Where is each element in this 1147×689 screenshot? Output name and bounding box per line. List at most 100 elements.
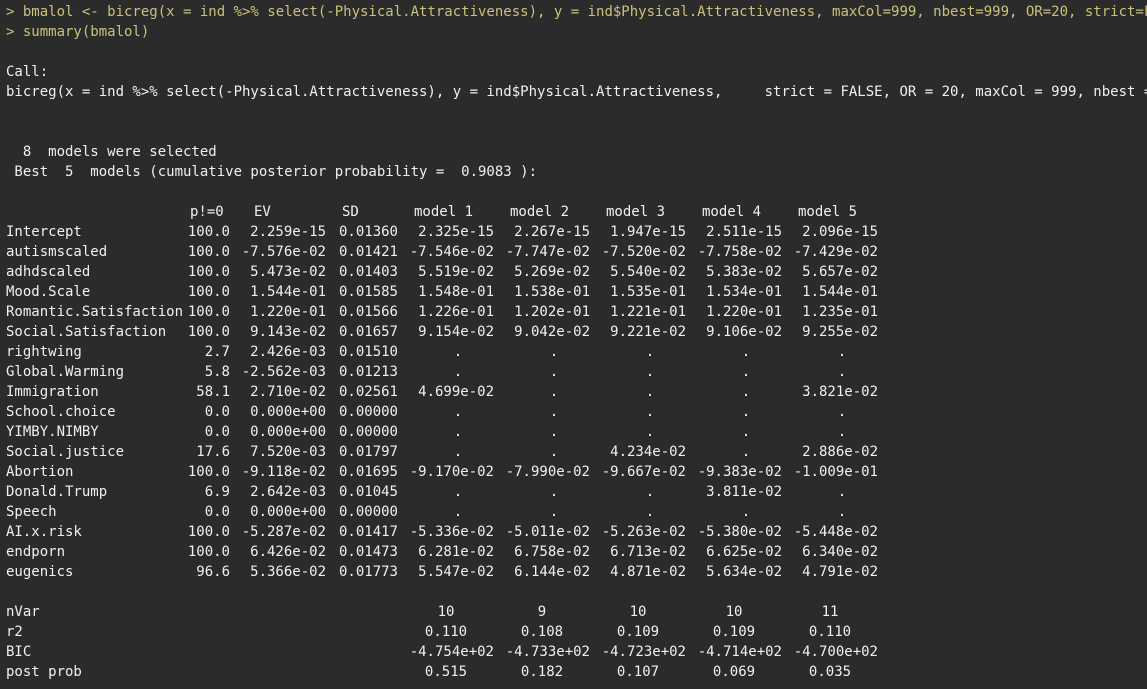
summary-cell: 10 xyxy=(629,604,647,620)
row-label: autismscaled xyxy=(6,244,108,260)
table-cell: 2.426e-03 xyxy=(250,344,326,360)
table-cell: 5.383e-02 xyxy=(706,264,782,280)
table-cell: 6.281e-02 xyxy=(418,544,494,560)
row-label: eugenics xyxy=(6,564,74,580)
table-cell: 0.01510 xyxy=(338,344,398,360)
table-cell: 1.220e-01 xyxy=(706,304,782,320)
row-label: rightwing xyxy=(6,344,82,360)
summary-row-label: post prob xyxy=(6,664,82,680)
table-cell: -5.448e-02 xyxy=(793,524,878,540)
table-cell: -2.562e-03 xyxy=(241,364,326,380)
best-models-text: Best 5 models (cumulative posterior prob… xyxy=(6,164,538,180)
table-cell: 2.642e-03 xyxy=(250,484,326,500)
summary-cell: 9 xyxy=(537,604,547,620)
summary-cell: -4.733e+02 xyxy=(505,644,590,660)
table-cell: 100.0 xyxy=(187,284,230,300)
summary-row-label: r2 xyxy=(6,624,23,640)
table-cell: 0.01473 xyxy=(338,544,398,560)
table-cell: 6.713e-02 xyxy=(610,544,686,560)
table-cell: -7.758e-02 xyxy=(697,244,782,260)
table-cell: -7.990e-02 xyxy=(505,464,590,480)
table-cell: . xyxy=(741,444,751,460)
table-cell: -7.546e-02 xyxy=(409,244,494,260)
table-cell: 0.000e+00 xyxy=(250,404,326,420)
table-header-cell: p!=0 xyxy=(190,204,224,220)
table-cell: 9.143e-02 xyxy=(250,324,326,340)
row-label: adhdscaled xyxy=(6,264,91,280)
models-selected-text: 8 models were selected xyxy=(6,144,217,160)
row-label: YIMBY.NIMBY xyxy=(6,424,99,440)
table-cell: . xyxy=(837,484,847,500)
table-cell: 0.00000 xyxy=(338,404,398,420)
summary-cell: -4.723e+02 xyxy=(601,644,686,660)
table-cell: 1.544e-01 xyxy=(250,284,326,300)
table-cell: -9.170e-02 xyxy=(409,464,494,480)
table-cell: 96.6 xyxy=(196,564,230,580)
table-cell: . xyxy=(645,344,655,360)
table-cell: 0.01585 xyxy=(338,284,398,300)
table-cell: . xyxy=(453,364,463,380)
table-cell: 0.000e+00 xyxy=(250,424,326,440)
table-cell: 1.535e-01 xyxy=(610,284,686,300)
table-cell: 5.657e-02 xyxy=(802,264,878,280)
table-cell: 100.0 xyxy=(187,324,230,340)
table-cell: 5.519e-02 xyxy=(418,264,494,280)
table-cell: 4.234e-02 xyxy=(610,444,686,460)
table-cell: 0.0 xyxy=(204,504,230,520)
table-cell: . xyxy=(453,484,463,500)
table-cell: -5.380e-02 xyxy=(697,524,782,540)
table-cell: 4.871e-02 xyxy=(610,564,686,580)
table-cell: . xyxy=(741,384,751,400)
table-cell: 0.0 xyxy=(204,424,230,440)
table-cell: . xyxy=(549,444,559,460)
table-cell: . xyxy=(741,424,751,440)
summary-cell: 11 xyxy=(821,604,839,620)
summary-cell: -4.700e+02 xyxy=(793,644,878,660)
table-cell: 2.259e-15 xyxy=(250,224,326,240)
row-label: Mood.Scale xyxy=(6,284,91,300)
table-cell: 9.255e-02 xyxy=(802,324,878,340)
table-cell: 0.01045 xyxy=(338,484,398,500)
table-header-cell: model 4 xyxy=(702,204,762,220)
table-cell: 0.02561 xyxy=(338,384,398,400)
table-cell: 0.000e+00 xyxy=(250,504,326,520)
command-line-bicreg: > bmalol <- bicreg(x = ind %>% select(-P… xyxy=(6,4,1147,20)
table-cell: -9.118e-02 xyxy=(241,464,326,480)
table-cell: 100.0 xyxy=(187,544,230,560)
table-cell: . xyxy=(645,424,655,440)
row-label: Romantic.Satisfaction xyxy=(6,304,184,320)
table-cell: 100.0 xyxy=(187,464,230,480)
table-cell: -1.009e-01 xyxy=(793,464,878,480)
table-cell: 1.202e-01 xyxy=(514,304,590,320)
table-cell: 6.340e-02 xyxy=(802,544,878,560)
table-cell: 5.634e-02 xyxy=(706,564,782,580)
table-cell: . xyxy=(741,364,751,380)
table-cell: 0.01360 xyxy=(338,224,398,240)
call-label: Call: xyxy=(6,64,49,80)
table-cell: . xyxy=(837,504,847,520)
table-cell: 2.710e-02 xyxy=(250,384,326,400)
table-cell: . xyxy=(549,404,559,420)
table-header-cell: model 3 xyxy=(606,204,666,220)
row-label: Immigration xyxy=(6,384,99,400)
table-cell: 2.325e-15 xyxy=(418,224,494,240)
table-cell: 1.947e-15 xyxy=(610,224,686,240)
table-cell: 100.0 xyxy=(187,524,230,540)
table-cell: . xyxy=(741,404,751,420)
summary-cell: 0.108 xyxy=(520,624,564,640)
table-cell: 0.01797 xyxy=(338,444,398,460)
table-cell: 9.221e-02 xyxy=(610,324,686,340)
row-label: Social.Satisfaction xyxy=(6,324,167,340)
command-line-summary: > summary(bmalol) xyxy=(6,24,150,40)
table-cell: 5.540e-02 xyxy=(610,264,686,280)
table-cell: 5.473e-02 xyxy=(250,264,326,280)
table-cell: 0.01421 xyxy=(338,244,398,260)
table-cell: . xyxy=(837,344,847,360)
table-cell: 2.267e-15 xyxy=(514,224,590,240)
summary-cell: 0.107 xyxy=(616,664,660,680)
r-console[interactable]: > bmalol <- bicreg(x = ind %>% select(-P… xyxy=(0,0,1147,689)
table-cell: . xyxy=(741,344,751,360)
summary-cell: 0.110 xyxy=(424,624,468,640)
table-cell: 5.366e-02 xyxy=(250,564,326,580)
table-cell: 0.01213 xyxy=(338,364,398,380)
